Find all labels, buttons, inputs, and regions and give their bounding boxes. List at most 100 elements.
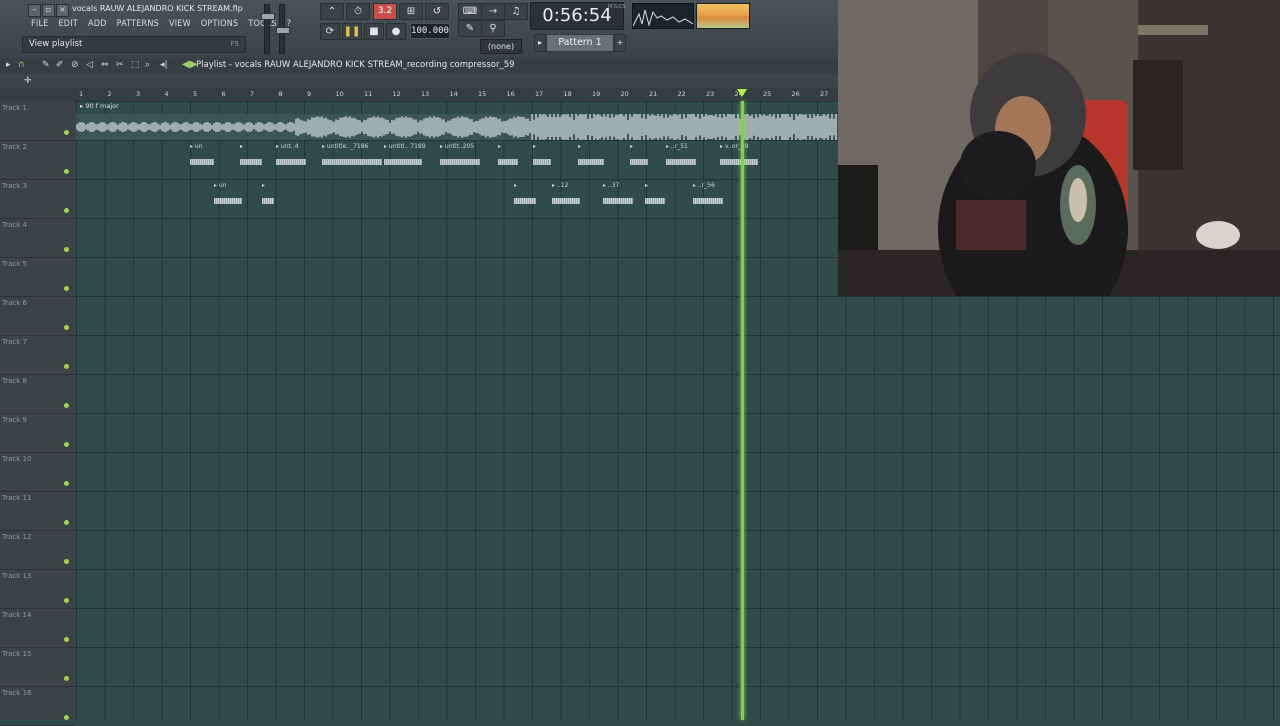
master-pitch-slider[interactable] bbox=[276, 4, 290, 54]
track-header[interactable]: Track 15 bbox=[0, 647, 75, 687]
slice-icon[interactable]: ✂ bbox=[116, 60, 124, 70]
mute-icon[interactable]: ◁ bbox=[86, 60, 93, 70]
zoom-icon[interactable]: ⌕ bbox=[145, 60, 150, 70]
pencil-icon[interactable]: ✎ bbox=[42, 60, 50, 70]
track-header[interactable]: Track 4 bbox=[0, 218, 75, 258]
select-icon[interactable]: ⬚ bbox=[131, 60, 140, 70]
track-header[interactable]: Track 14 bbox=[0, 608, 75, 648]
audio-clip[interactable]: ▸ bbox=[262, 182, 274, 218]
audio-clip[interactable]: ▸ bbox=[533, 143, 551, 179]
track-header[interactable]: Track 1 bbox=[0, 101, 75, 141]
track-mute-led[interactable] bbox=[64, 481, 69, 486]
track-header[interactable]: Track 13 bbox=[0, 569, 75, 609]
track-header[interactable]: Track 7 bbox=[0, 335, 75, 375]
paint-icon[interactable]: ✐ bbox=[56, 60, 64, 70]
audio-clip[interactable]: ▸ bbox=[630, 143, 648, 179]
wait-input-icon[interactable]: ⏱ bbox=[346, 3, 370, 20]
pattern-add-icon[interactable]: + bbox=[614, 34, 626, 52]
track-header[interactable]: Track 10 bbox=[0, 452, 75, 492]
track-mute-led[interactable] bbox=[64, 286, 69, 291]
playback-icon[interactable]: ◂| bbox=[160, 60, 168, 70]
record-icon[interactable]: ● bbox=[386, 23, 406, 40]
track-mute-led[interactable] bbox=[64, 208, 69, 213]
menu-arrow-icon[interactable]: ▸ bbox=[6, 60, 11, 70]
audio-clip[interactable]: ▸ bbox=[578, 143, 604, 179]
clip-waveform bbox=[384, 159, 422, 165]
restore-icon[interactable]: ▫ bbox=[42, 4, 55, 17]
audio-clip[interactable]: ▸ un bbox=[190, 143, 214, 179]
track-mute-led[interactable] bbox=[64, 169, 69, 174]
track-header[interactable]: Track 2 bbox=[0, 140, 75, 180]
track-header[interactable]: Track 5 bbox=[0, 257, 75, 297]
track-mute-led[interactable] bbox=[64, 442, 69, 447]
clip-waveform bbox=[666, 159, 696, 165]
blend-notes-icon[interactable]: ⊞ bbox=[399, 3, 423, 20]
pause-icon[interactable]: ❚❚ bbox=[342, 23, 362, 40]
track-mute-led[interactable] bbox=[64, 130, 69, 135]
track-header[interactable]: Track 12 bbox=[0, 530, 75, 570]
playhead[interactable] bbox=[741, 101, 744, 720]
magnet-icon[interactable]: ∩ bbox=[18, 60, 25, 70]
menu-patterns[interactable]: PATTERNS bbox=[112, 18, 164, 30]
stop-icon[interactable]: ■ bbox=[364, 23, 384, 40]
draw-icon[interactable]: ✎ bbox=[458, 20, 482, 37]
audio-clip[interactable]: ▸ un bbox=[214, 182, 242, 218]
menu-view[interactable]: VIEW bbox=[164, 18, 196, 30]
audio-clip[interactable]: ▸ ..37 bbox=[603, 182, 633, 218]
audio-clip[interactable]: ▸ untitle.._7186 bbox=[322, 143, 382, 179]
track-header[interactable]: Track 9 bbox=[0, 413, 75, 453]
audio-clip[interactable]: ▸ bbox=[645, 182, 665, 218]
audio-clip[interactable]: ▸ ..12 bbox=[552, 182, 580, 218]
track-mute-led[interactable] bbox=[64, 247, 69, 252]
audio-clip[interactable]: ▸ v..or_59 bbox=[720, 143, 758, 179]
minimize-icon[interactable]: – bbox=[28, 4, 41, 17]
menu-file[interactable]: FILE bbox=[26, 18, 53, 30]
track-header[interactable]: Track 3 bbox=[0, 179, 75, 219]
track-header[interactable]: Track 8 bbox=[0, 374, 75, 414]
track-header[interactable]: Track 6 bbox=[0, 296, 75, 336]
track-mute-led[interactable] bbox=[64, 637, 69, 642]
close-icon[interactable]: × bbox=[56, 4, 69, 17]
track1-audio-clip[interactable] bbox=[76, 114, 838, 140]
track-mute-led[interactable] bbox=[64, 715, 69, 720]
audio-clip[interactable]: ▸ unt..4 bbox=[276, 143, 306, 179]
audio-clip[interactable]: ▸ untitl.. 7189 bbox=[384, 143, 426, 179]
track-mute-led[interactable] bbox=[64, 403, 69, 408]
tempo-display[interactable]: 100.000 bbox=[410, 23, 450, 39]
playhead-marker[interactable] bbox=[737, 89, 747, 97]
step-edit-icon[interactable]: → bbox=[481, 3, 505, 20]
snap-button[interactable]: 3.2 bbox=[373, 3, 397, 20]
track-mute-led[interactable] bbox=[64, 325, 69, 330]
track-mute-led[interactable] bbox=[64, 676, 69, 681]
menu-add[interactable]: ADD bbox=[83, 18, 112, 30]
delete-icon[interactable]: ⊘ bbox=[71, 60, 79, 70]
pattern-selector[interactable]: Pattern 1 bbox=[546, 34, 614, 52]
track-mute-led[interactable] bbox=[64, 598, 69, 603]
audio-clip[interactable]: ▸ ..r_51 bbox=[666, 143, 696, 179]
pattern-prev-icon[interactable]: ▸ bbox=[534, 34, 546, 52]
track-mute-led[interactable] bbox=[64, 559, 69, 564]
audio-clip[interactable]: ▸ bbox=[240, 143, 262, 179]
audio-clip[interactable]: ▸ untit..205 bbox=[440, 143, 480, 179]
slip-icon[interactable]: ⇔ bbox=[101, 60, 109, 70]
typing-keyboard-icon[interactable]: ⌨ bbox=[458, 3, 482, 20]
master-volume-slider[interactable] bbox=[261, 4, 275, 54]
pan-icon[interactable]: ✛ bbox=[24, 76, 32, 86]
metronome-icon[interactable]: ⌃ bbox=[320, 3, 344, 20]
audio-clip[interactable]: ▸ ..r_56 bbox=[693, 182, 723, 218]
time-ruler[interactable]: 1 2 3 4 5 6 7 8 9 10 11 12 13 14 15 16 17 18 19 20 21 22 23 24 2… bbox=[0, 88, 838, 102]
menu-options[interactable]: OPTIONS bbox=[196, 18, 244, 30]
link-icon[interactable]: ⚲ bbox=[481, 20, 505, 37]
track-header[interactable]: Track 11 bbox=[0, 491, 75, 531]
menu-edit[interactable]: EDIT bbox=[53, 18, 82, 30]
track-mute-led[interactable] bbox=[64, 520, 69, 525]
mixer-icon[interactable]: ♫ bbox=[504, 3, 528, 20]
song-mode-icon[interactable]: ⟳ bbox=[320, 23, 340, 40]
channel-select[interactable]: (none) bbox=[480, 39, 522, 54]
track-header[interactable]: Track 16 bbox=[0, 686, 75, 726]
audio-clip[interactable]: ▸ bbox=[514, 182, 536, 218]
loop-record-icon[interactable]: ↺ bbox=[425, 3, 449, 20]
audio-clip[interactable]: ▸ bbox=[498, 143, 518, 179]
track-mute-led[interactable] bbox=[64, 364, 69, 369]
ruler-number: 25 bbox=[763, 90, 772, 98]
